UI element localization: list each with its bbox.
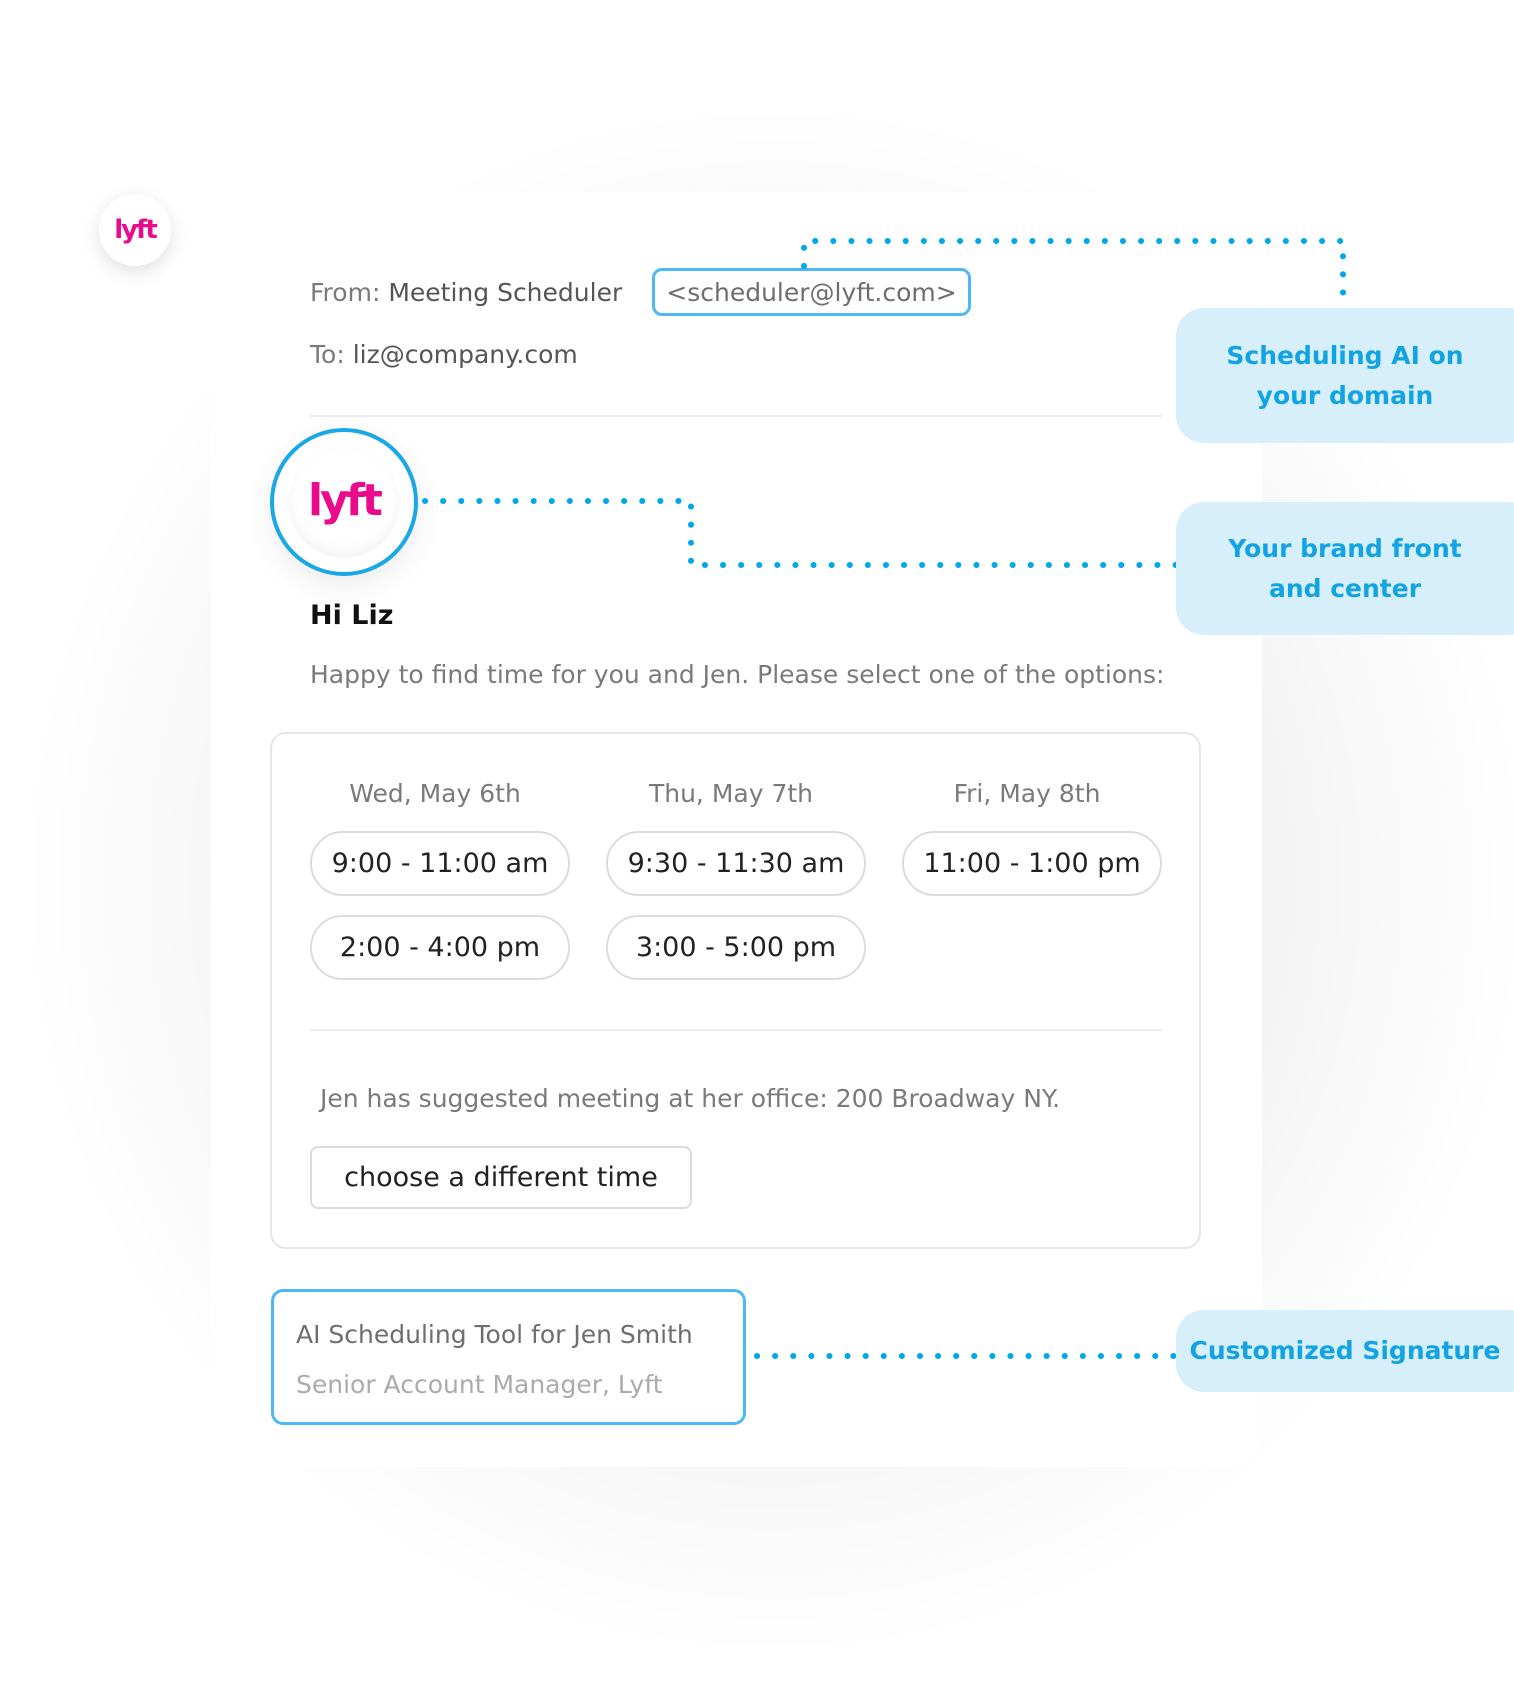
callout-signature-text: Customized Signature: [1189, 1336, 1501, 1365]
connector-domain: [801, 238, 1346, 309]
callout-signature: Customized Signature: [1176, 1310, 1514, 1392]
callout-domain-line2: your domain: [1256, 380, 1434, 410]
callout-connectors: [422, 238, 1346, 1359]
callout-brand-line2: and center: [1268, 573, 1422, 603]
callout-domain-line1: Scheduling AI on: [1226, 340, 1464, 370]
callout-brand-line1: Your brand front: [1228, 533, 1462, 563]
callout-domain: Scheduling AI on your domain: [1176, 308, 1514, 443]
connector-brand: [422, 498, 1179, 568]
callout-brand: Your brand front and center: [1176, 502, 1514, 635]
